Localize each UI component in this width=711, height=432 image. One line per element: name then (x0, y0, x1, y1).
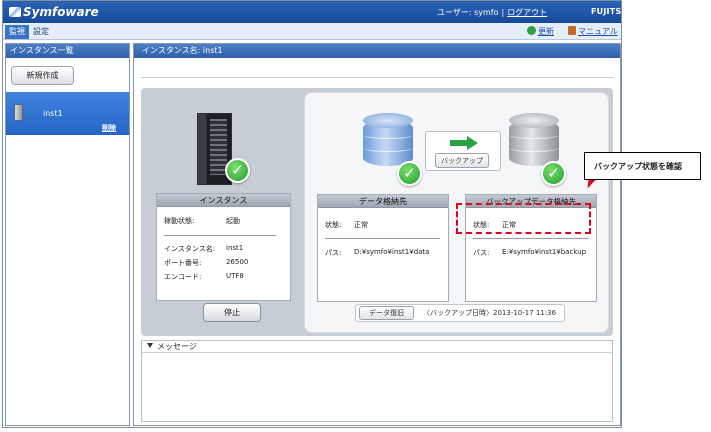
restore-data-button[interactable]: データ復旧 (359, 306, 414, 320)
messages-title: メッセージ (157, 342, 197, 351)
instance-name-value: inst1 (226, 244, 244, 252)
data-card-divider (325, 238, 440, 239)
check-icon: ✓ (541, 161, 566, 186)
symfoware-logo: Symfoware (9, 5, 99, 19)
data-status-row: 状態: 正常 (325, 220, 368, 230)
backup-path-row: パス: E:¥symfo¥inst1¥backup (473, 248, 586, 258)
backup-button[interactable]: バックアップ (435, 153, 489, 168)
server-icon (14, 104, 23, 121)
refresh-icon (527, 26, 536, 35)
instance-list-title: インスタンス一覧 (6, 44, 129, 58)
user-info: ユーザー: symfo | ログアウト (437, 7, 547, 18)
logo-text: Symfoware (23, 5, 99, 19)
arrow-shaft (450, 140, 468, 146)
menu-bar: 監視 設定 更新 マニュアル (3, 23, 621, 40)
data-status-value: 正常 (354, 221, 368, 229)
data-storage-card: データ格納先 状態: 正常 パス: D:¥symfo¥inst1¥data (317, 194, 449, 302)
instance-card: インスタンス 稼動状態: 起動 インスタンス名: inst1 ポート番号: 26… (156, 193, 291, 301)
instance-card-divider (164, 235, 276, 236)
messages-panel: メッセージ (141, 340, 613, 422)
instance-detail-title: インスタンス名: inst1 (134, 44, 620, 58)
instance-list-item[interactable]: inst1 削除 (6, 92, 129, 135)
instance-status-label: 稼動状態: (164, 217, 195, 225)
fujitsu-logo: FUJITSU (591, 7, 622, 16)
port-label: ポート番号: (164, 259, 202, 267)
data-path-row: パス: D:¥symfo¥inst1¥data (325, 248, 429, 258)
tab-settings[interactable]: 設定 (29, 25, 53, 39)
arrow-right-icon (450, 136, 478, 150)
refresh-link[interactable]: 更新 (527, 26, 554, 37)
instance-name-label: インスタンス名: (164, 245, 216, 253)
database-top (363, 113, 413, 128)
logout-link[interactable]: ログアウト (507, 8, 547, 17)
restore-bar: データ復旧 〈バックアップ日時〉2013-10-17 11:36 (355, 304, 565, 322)
annotation-callout: バックアップ状態を確認 (584, 152, 701, 180)
new-instance-button[interactable]: 新規作成 (11, 66, 74, 85)
callout-text: バックアップ状態を確認 (594, 162, 682, 171)
encoding-row: エンコード: UTF8 (164, 272, 244, 282)
instance-card-title: インスタンス (157, 194, 290, 207)
port-value: 26500 (226, 258, 249, 266)
instance-list-pane: インスタンス一覧 新規作成 inst1 削除 (5, 43, 130, 426)
data-status-label: 状態: (325, 221, 342, 229)
instance-name-row: インスタンス名: inst1 (164, 244, 243, 254)
data-storage-title: データ格納先 (318, 195, 448, 208)
backup-datetime: 〈バックアップ日時〉2013-10-17 11:36 (423, 309, 557, 317)
backup-card-divider (473, 238, 588, 239)
backup-path-value: E:¥symfo¥inst1¥backup (502, 248, 587, 256)
delete-instance-link[interactable]: 削除 (102, 123, 116, 133)
instance-status-row: 稼動状態: 起動 (164, 216, 240, 226)
backup-status-highlight (456, 203, 591, 234)
stop-button[interactable]: 停止 (203, 303, 261, 322)
tab-monitor[interactable]: 監視 (5, 25, 29, 39)
instance-detail-pane: インスタンス名: inst1 ✓ インスタンス 稼動状態: 起動 インスタンス名… (133, 43, 621, 426)
encoding-value: UTF8 (226, 272, 244, 280)
messages-header[interactable]: メッセージ (142, 341, 612, 353)
data-path-value: D:¥symfo¥inst1¥data (354, 248, 430, 256)
top-bar: Symfoware ユーザー: symfo|ログアウト FUJITSU (3, 1, 621, 23)
instance-name: inst1 (43, 109, 63, 118)
collapse-triangle-icon (147, 343, 153, 348)
backup-path-label: パス: (473, 249, 490, 257)
user-separator: | (501, 8, 505, 17)
header-divider (141, 77, 613, 78)
data-path-label: パス: (325, 249, 342, 257)
manual-label: マニュアル (578, 27, 618, 36)
manual-link[interactable]: マニュアル (568, 26, 618, 37)
check-icon: ✓ (225, 158, 250, 183)
symfoware-logo-icon (9, 7, 21, 17)
manual-icon (568, 26, 576, 35)
backup-action-box: バックアップ (425, 131, 501, 171)
database-top (509, 113, 559, 128)
refresh-label: 更新 (538, 27, 554, 36)
user-label: ユーザー: symfo (437, 8, 499, 17)
check-icon: ✓ (397, 161, 422, 186)
encoding-label: エンコード: (164, 273, 202, 281)
port-row: ポート番号: 26500 (164, 258, 248, 268)
instance-status-value: 起動 (226, 217, 240, 225)
arrow-head (467, 136, 478, 150)
